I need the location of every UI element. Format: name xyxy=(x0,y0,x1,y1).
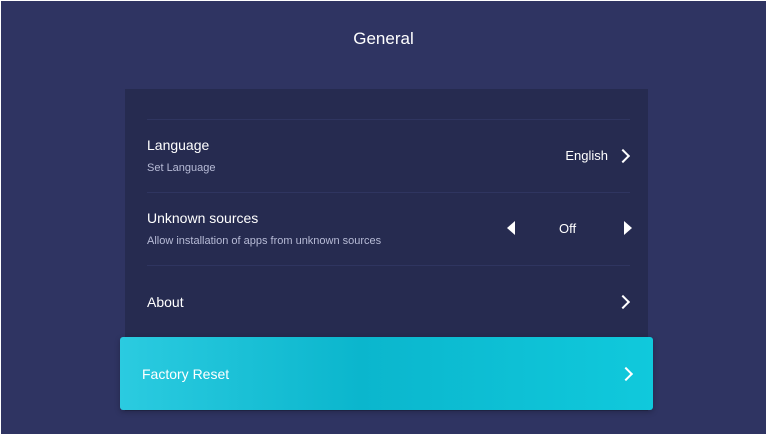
unknown-sources-label: Unknown sources xyxy=(147,210,259,226)
factory-reset-label: Factory Reset xyxy=(142,366,230,382)
language-value: English xyxy=(565,148,608,163)
settings-screen: General Language Set Language English Un… xyxy=(1,1,766,434)
language-label: Language xyxy=(147,137,210,153)
divider xyxy=(147,265,630,266)
about-label: About xyxy=(147,294,184,310)
arrow-right-icon[interactable] xyxy=(624,221,632,235)
settings-item-language[interactable]: Language Set Language English xyxy=(125,119,648,192)
divider xyxy=(147,192,630,193)
settings-item-unknown-sources[interactable]: Unknown sources Allow installation of ap… xyxy=(125,192,648,265)
divider xyxy=(147,119,630,120)
chevron-right-icon xyxy=(618,366,634,382)
page-title: General xyxy=(353,29,414,48)
settings-item-factory-reset[interactable]: Factory Reset xyxy=(120,337,653,410)
unknown-sources-value: Off xyxy=(559,221,577,236)
settings-item-about[interactable]: About xyxy=(125,265,648,338)
unknown-sources-subtitle: Allow installation of apps from unknown … xyxy=(147,235,382,247)
language-subtitle: Set Language xyxy=(147,162,216,174)
chevron-right-icon xyxy=(615,148,631,164)
chevron-right-icon xyxy=(615,294,631,310)
arrow-left-icon[interactable] xyxy=(507,221,515,235)
